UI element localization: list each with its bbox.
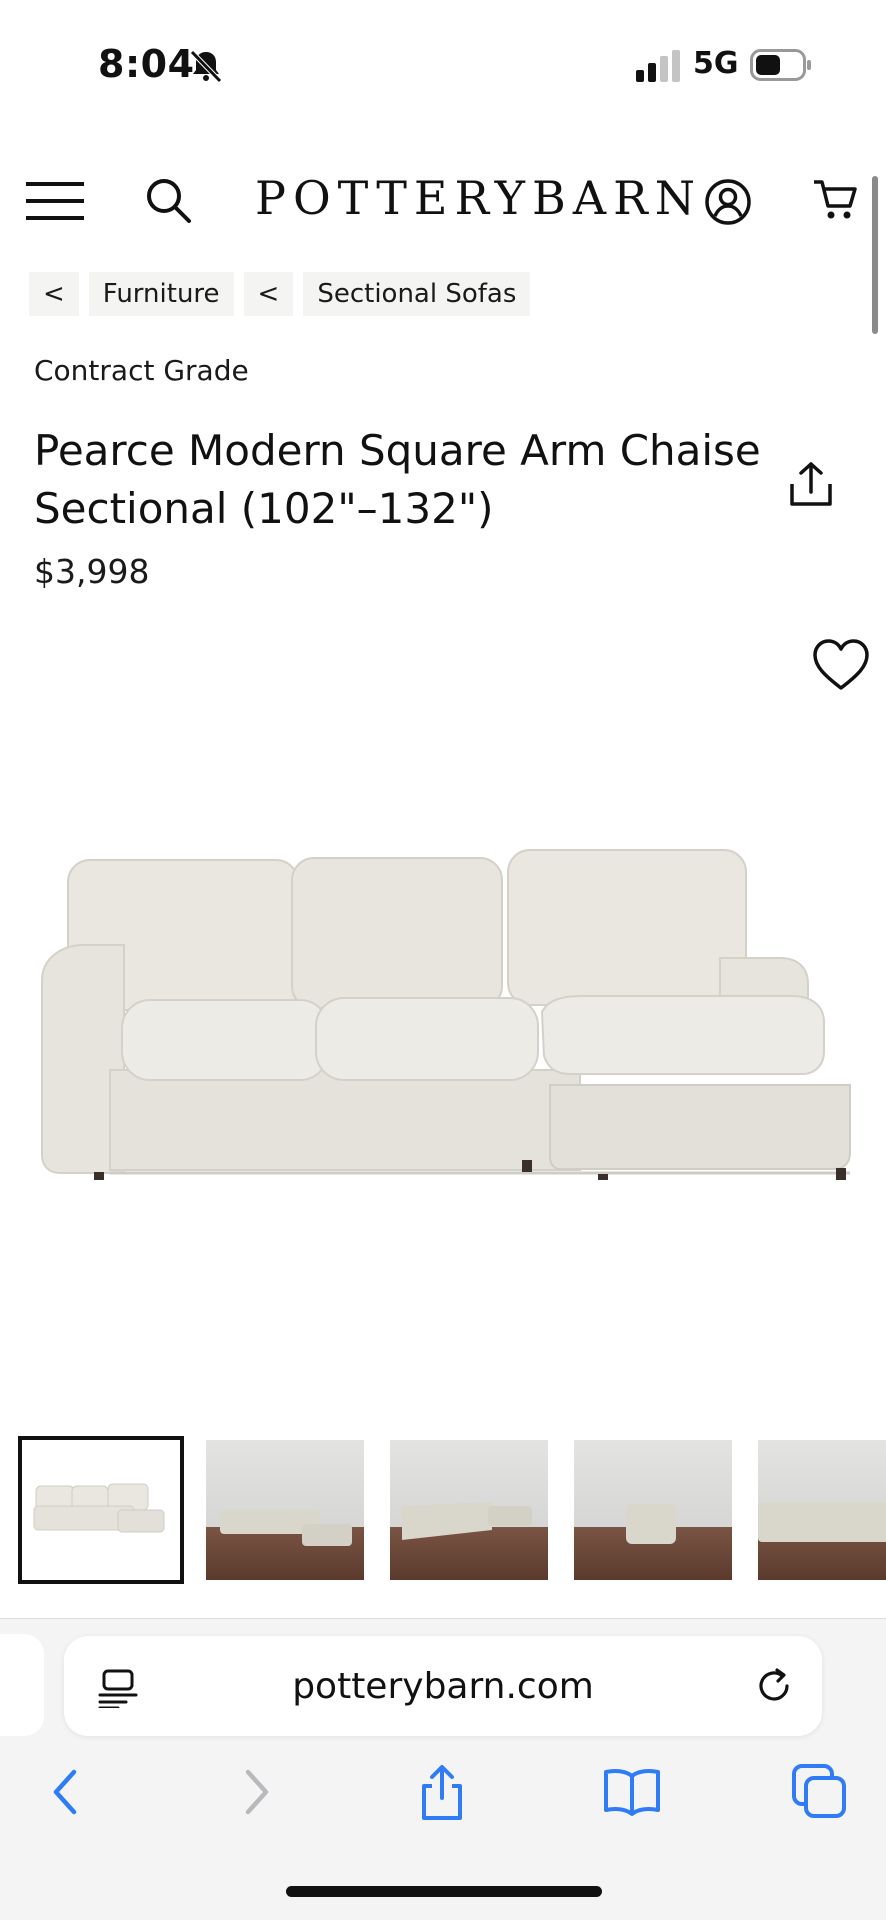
breadcrumb: < Furniture < Sectional Sofas [29,272,531,316]
search-icon[interactable] [144,176,192,224]
thumbnail-sofa-image [33,1483,165,1533]
breadcrumb-back-sectional-sofas[interactable]: < [243,272,294,316]
page-scrollbar[interactable] [872,176,878,334]
bookmarks-icon[interactable] [602,1762,662,1822]
account-icon[interactable] [704,178,752,226]
battery-icon [750,49,811,81]
share-sheet-icon[interactable] [412,1762,472,1822]
cell-signal-icon [636,50,680,82]
thumbnail-sofa-side-image [626,1504,676,1544]
reload-icon[interactable] [754,1666,794,1706]
cart-icon[interactable] [812,176,858,222]
thumbnail-1-selected[interactable] [18,1436,184,1584]
site-header: POTTERYBARN [0,160,886,240]
back-arrow-icon[interactable] [36,1762,96,1822]
breadcrumb-item-furniture[interactable]: Furniture [88,272,234,316]
home-indicator[interactable] [286,1886,602,1897]
image-thumbnail-strip[interactable] [18,1436,886,1586]
thumbnail-sofa-angle-image [402,1502,532,1540]
previous-tab-preview[interactable] [0,1634,44,1736]
forward-arrow-icon[interactable] [226,1762,286,1822]
thumbnail-sofa-front-image [758,1502,886,1542]
network-type: 5G [693,46,739,81]
address-bar[interactable]: potterybarn.com [64,1636,822,1736]
status-time: 8:04 [98,42,195,86]
url-text[interactable]: potterybarn.com [64,1636,822,1736]
breadcrumb-back-furniture[interactable]: < [29,272,79,316]
product-title: Pearce Modern Square Arm Chaise Sectiona… [34,426,761,533]
brand-logo[interactable]: POTTERYBARN [255,168,695,228]
thumbnail-5[interactable] [758,1440,886,1580]
product-main-image[interactable] [30,840,860,1180]
product-grade: Contract Grade [34,354,249,387]
share-icon[interactable] [786,460,836,510]
product-price: $3,998 [34,552,150,591]
wishlist-heart-icon[interactable] [812,638,870,692]
breadcrumb-item-sectional-sofas[interactable]: Sectional Sofas [303,272,531,316]
status-bar: 8:04 5G [0,0,886,130]
thumbnail-4[interactable] [574,1440,732,1580]
thumbnail-sofa-room-image [220,1510,352,1546]
bell-muted-icon [190,50,222,83]
tabs-icon[interactable] [790,1762,850,1822]
hamburger-menu-icon[interactable] [26,180,84,222]
thumbnail-2[interactable] [206,1440,364,1580]
thumbnail-3[interactable] [390,1440,548,1580]
